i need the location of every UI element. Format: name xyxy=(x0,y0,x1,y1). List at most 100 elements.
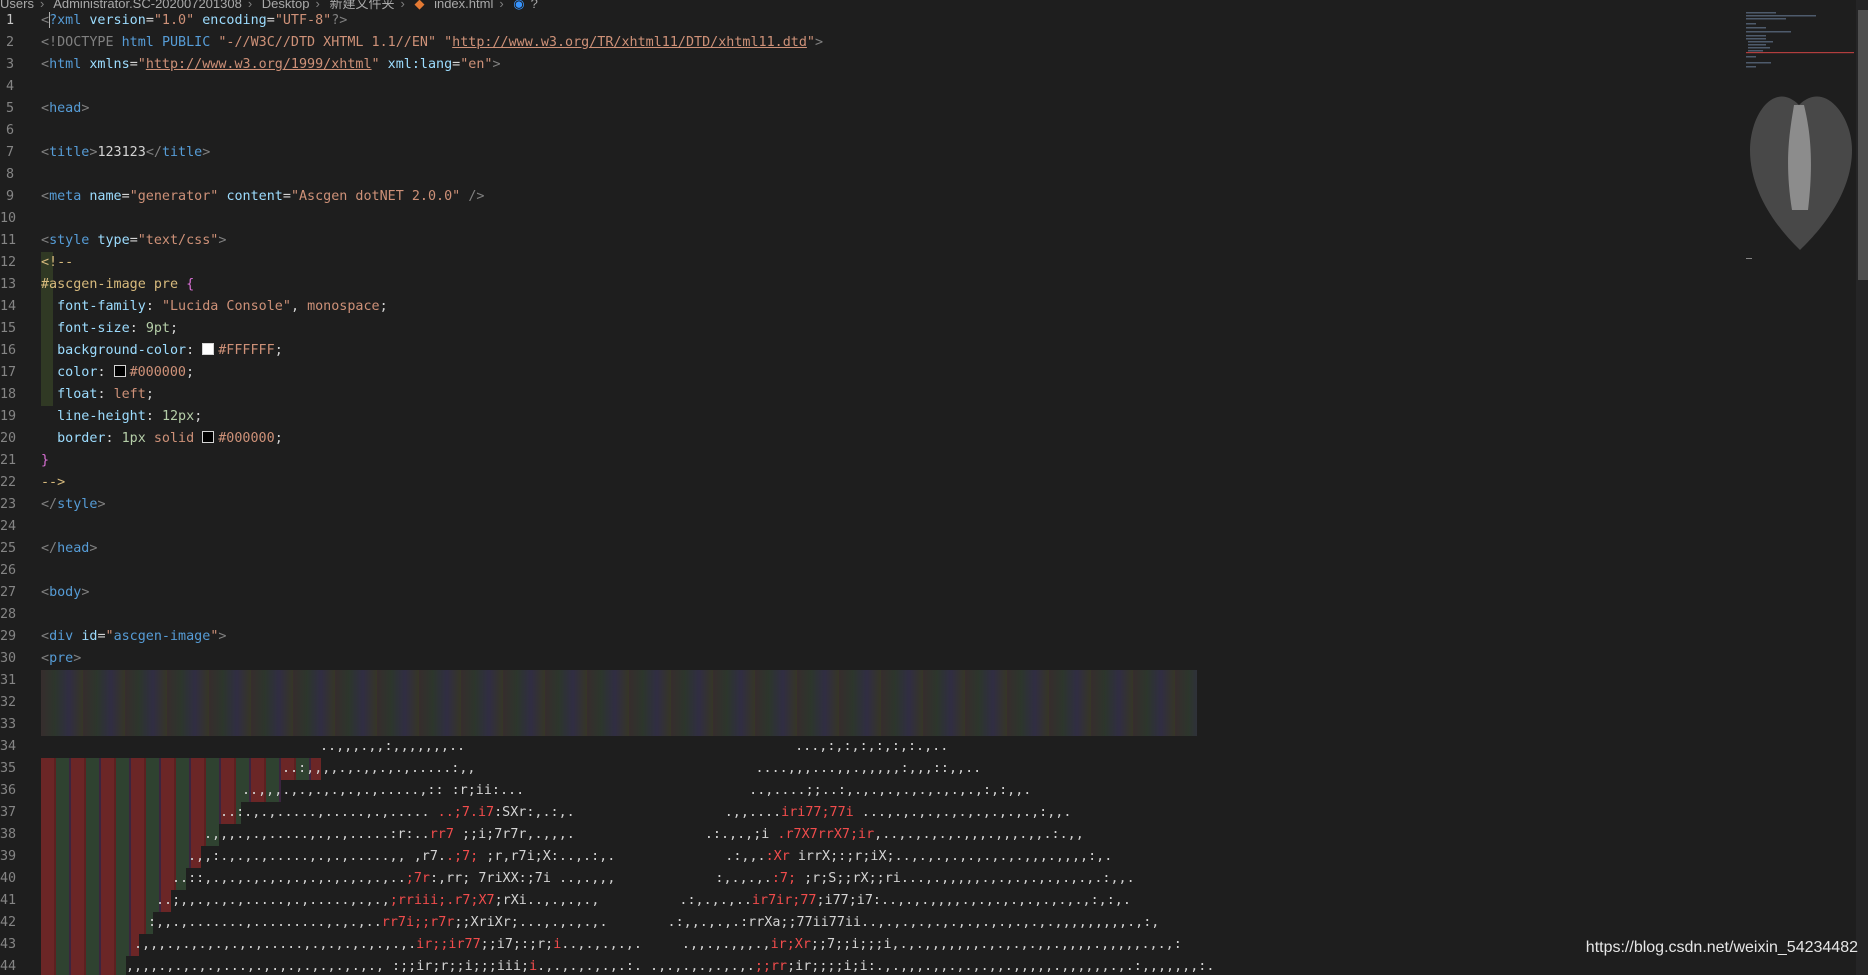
code-line: 31 xyxy=(0,670,1740,692)
color-swatch-black[interactable] xyxy=(113,365,126,377)
symbol-icon[interactable]: ◉ xyxy=(513,0,524,10)
line-number[interactable]: 37 xyxy=(0,802,16,824)
line-number[interactable]: 30 xyxy=(0,648,16,670)
line-number[interactable]: 2 xyxy=(0,32,14,54)
line-number[interactable]: 20 xyxy=(0,428,16,450)
line-number[interactable]: 4 xyxy=(0,76,14,98)
line-number[interactable]: 10 xyxy=(0,208,16,230)
code-line: 21} xyxy=(0,450,1740,472)
line-number[interactable]: 25 xyxy=(0,538,16,560)
line-number[interactable]: 19 xyxy=(0,406,16,428)
breadcrumb-user-folder[interactable]: Administrator.SC-202007201308 xyxy=(53,0,242,10)
chevron-right-icon: › xyxy=(400,0,405,10)
line-number[interactable]: 9 xyxy=(0,186,14,208)
line-number[interactable]: 36 xyxy=(0,780,16,802)
code-line: 15 font-size: 9pt; xyxy=(0,318,1740,340)
code-line: 3 <html xmlns="http://www.w3.org/1999/xht… xyxy=(0,54,1740,76)
xmlns-link[interactable]: http://www.w3.org/1999/xhtml xyxy=(146,57,372,72)
code-editor[interactable]: 1 <?xml version="1.0" encoding="UTF-8"?> … xyxy=(0,10,1740,975)
code-line: 18 float: left; xyxy=(0,384,1740,406)
code-line: 41 ..;,,.,.,.,.....,.,.....,.,.,;rriii;.r… xyxy=(0,890,1740,912)
line-number[interactable]: 42 xyxy=(0,912,16,934)
line-number[interactable]: 26 xyxy=(0,560,16,582)
line-number[interactable]: 43 xyxy=(0,934,16,956)
code-line: 17 color: #000000; xyxy=(0,362,1740,384)
scrollbar-thumb[interactable] xyxy=(1858,10,1868,280)
line-number[interactable]: 33 xyxy=(0,714,16,736)
code-line: 42:,,.,.......,.........,.,.,..rr7i;;r7r… xyxy=(0,912,1740,934)
html-file-icon: ◆ xyxy=(414,0,425,10)
code-line: 44,,,,.,.,.,.,...,.,.,.,.,.,.,.,., :;;ir… xyxy=(0,956,1740,975)
breadcrumb-desktop[interactable]: Desktop xyxy=(262,0,310,10)
chevron-right-icon: › xyxy=(39,0,45,10)
line-number[interactable]: 41 xyxy=(0,890,16,912)
chevron-right-icon: › xyxy=(247,0,253,10)
line-number[interactable]: 14 xyxy=(0,296,16,318)
code-line: 11 <style type="text/css"> xyxy=(0,230,1740,252)
code-line: 10 xyxy=(0,208,1740,230)
line-number[interactable]: 21 xyxy=(0,450,16,472)
breadcrumb-new-folder[interactable]: 新建文件夹 xyxy=(329,0,394,10)
line-number[interactable]: 32 xyxy=(0,692,16,714)
line-number[interactable]: 24 xyxy=(0,516,16,538)
line-number[interactable]: 27 xyxy=(0,582,16,604)
line-number[interactable]: 6 xyxy=(0,120,14,142)
line-number[interactable]: 7 xyxy=(0,142,14,164)
code-line: 13 #ascgen-image pre { xyxy=(0,274,1740,296)
color-swatch-white[interactable] xyxy=(202,343,215,355)
chevron-right-icon: › xyxy=(315,0,320,10)
code-line: 25 </head> xyxy=(0,538,1740,560)
breadcrumb-users[interactable]: Users xyxy=(0,0,34,10)
code-line: 28 xyxy=(0,604,1740,626)
code-line: 2 <!DOCTYPE html PUBLIC "-//W3C//DTD XHTM… xyxy=(0,32,1740,54)
code-line: 40 ..::,.,.,.,.,.,.,.,.,.,.,.,..;7r:,rr; … xyxy=(0,868,1740,890)
line-number[interactable]: 3 xyxy=(0,54,14,76)
minimap[interactable] xyxy=(1744,10,1856,260)
line-number[interactable]: 31 xyxy=(0,670,16,692)
line-number[interactable]: 38 xyxy=(0,824,16,846)
breadcrumb: Users › Administrator.SC-202007201308 › De… xyxy=(0,0,1740,10)
line-number[interactable]: 22 xyxy=(0,472,16,494)
dtd-link[interactable]: http://www.w3.org/TR/xhtml11/DTD/xhtml11… xyxy=(452,35,807,50)
line-number[interactable]: 39 xyxy=(0,846,16,868)
code-line: 12 <!-- xyxy=(0,252,1740,274)
line-number[interactable]: 8 xyxy=(0,164,14,186)
code-line: 20 border: 1px solid #000000; xyxy=(0,428,1740,450)
line-number[interactable]: 5 xyxy=(0,98,14,120)
code-line: 32 xyxy=(0,692,1740,714)
code-line: 8 xyxy=(0,164,1740,186)
code-line: 26 xyxy=(0,560,1740,582)
code-line: 27 <body> xyxy=(0,582,1740,604)
line-number[interactable]: 16 xyxy=(0,340,16,362)
line-number[interactable]: 1 xyxy=(0,10,14,32)
line-number[interactable]: 15 xyxy=(0,318,16,340)
breadcrumb-file[interactable]: index.html xyxy=(434,0,493,10)
line-number[interactable]: 35 xyxy=(0,758,16,780)
line-number[interactable]: 11 xyxy=(0,230,16,252)
code-line: 22 --> xyxy=(0,472,1740,494)
line-number[interactable]: 17 xyxy=(0,362,16,384)
code-line: 19 line-height: 12px; xyxy=(0,406,1740,428)
code-line: 7 <title>123123</title> xyxy=(0,142,1740,164)
code-line: 38 .,,,.,.,.....,.,.,.....:r:..rr7 ;;i;7r… xyxy=(0,824,1740,846)
code-line: 36..,,,.,.,.,.,.,.,.....,:: :r;ii:.....,… xyxy=(0,780,1740,802)
code-line: 16 background-color: #FFFFFF; xyxy=(0,340,1740,362)
code-line: 1 <?xml version="1.0" encoding="UTF-8"?> xyxy=(0,10,1740,32)
code-line: 43 .,,,.,.,.,.,.,.,.....,.,.,.,.,.,.,.ir;… xyxy=(0,934,1740,956)
line-number[interactable]: 12 xyxy=(0,252,16,274)
watermark: https://blog.csdn.net/weixin_54234482 xyxy=(1585,939,1858,956)
line-number[interactable]: 13 xyxy=(0,274,16,296)
line-number[interactable]: 34 xyxy=(0,736,16,758)
line-number[interactable]: 44 xyxy=(0,956,16,975)
breadcrumb-symbol[interactable]: ? xyxy=(531,0,538,10)
line-number[interactable]: 40 xyxy=(0,868,16,890)
line-number[interactable]: 28 xyxy=(0,604,16,626)
code-line: 35..:,,,,.,.,,.,.,.....:,,....,,,...,,.,… xyxy=(0,758,1740,780)
code-line: 29 <div id="ascgen-image"> xyxy=(0,626,1740,648)
color-swatch-black[interactable] xyxy=(202,431,215,443)
code-line: 9 <meta name="generator" content="Ascgen … xyxy=(0,186,1740,208)
line-number[interactable]: 23 xyxy=(0,494,16,516)
line-number[interactable]: 29 xyxy=(0,626,16,648)
code-line: 23 </style> xyxy=(0,494,1740,516)
line-number[interactable]: 18 xyxy=(0,384,16,406)
